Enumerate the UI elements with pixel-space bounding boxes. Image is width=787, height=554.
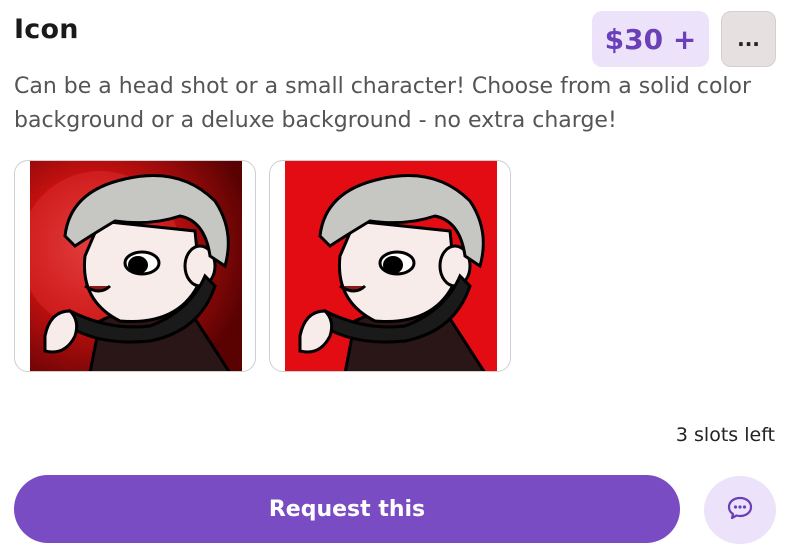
more-options-icon: ... [737,27,760,51]
character-illustration [30,161,242,371]
character-illustration [285,161,497,371]
request-button[interactable]: Request this [14,475,680,543]
chat-button[interactable] [704,476,776,544]
slots-left-text: 3 slots left [675,424,775,446]
request-button-label: Request this [268,496,426,522]
thumbnail-deluxe-background[interactable] [14,160,256,372]
chat-bubble-icon [727,496,753,524]
listing-description: Can be a head shot or a small character!… [14,74,752,133]
thumbnail-solid-background[interactable] [269,160,511,372]
price-badge: $30 + [592,11,709,67]
listing-title: Icon [14,14,79,45]
more-options-button[interactable]: ... [721,11,776,67]
